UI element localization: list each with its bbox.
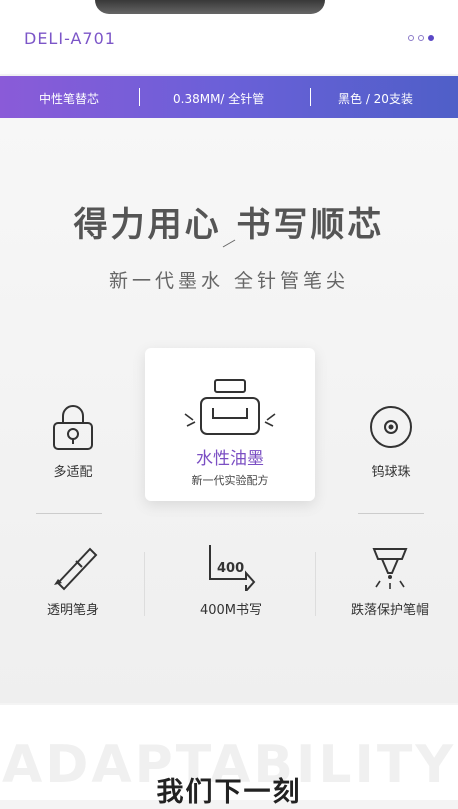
carousel-dot-3[interactable]	[428, 35, 434, 41]
pen-tip-icon	[372, 548, 408, 589]
divider-vertical	[144, 552, 145, 616]
feature-body: 透明笔身	[30, 545, 116, 618]
hero-headline: 得力用心 书写顺芯	[73, 205, 385, 245]
carousel-dots[interactable]	[408, 35, 434, 41]
length-badge: 400	[217, 561, 244, 576]
feature-body-label: 透明笔身	[46, 603, 99, 618]
divider-right	[358, 513, 424, 514]
ballpoint-icon	[370, 406, 412, 448]
feature-tip: 钨球珠	[348, 403, 434, 480]
lower-title: 我们下一刻	[156, 777, 302, 808]
pen-icon	[54, 547, 98, 591]
carousel-dot-1[interactable]	[408, 35, 414, 41]
spec-refill: 中性笔替芯	[39, 92, 100, 106]
feature-tip-label: 钨球珠	[371, 465, 411, 480]
feature-cap: 跌落保护笔帽	[340, 545, 440, 618]
400m-arrow-icon: 400	[209, 545, 256, 591]
hero-subline: 新一代墨水 全针管笔尖	[108, 270, 350, 292]
spec-color-pack: 黑色 / 20支装	[338, 92, 413, 106]
spec-band: 中性笔替芯 0.38MM/ 全针管 黑色 / 20支装	[0, 76, 458, 118]
feature-adaptable-label: 多适配	[53, 465, 93, 480]
feature-ink-title: 水性油墨	[196, 449, 264, 469]
feature-length: 400 400M书写	[186, 545, 276, 618]
feature-length-label: 400M书写	[199, 603, 263, 618]
feature-ink-subtitle: 新一代实验配方	[191, 474, 269, 487]
brand-name: DELI-A701	[24, 29, 116, 48]
feature-card-ink: 水性油墨 新一代实验配方	[145, 348, 315, 501]
divider-left	[36, 513, 102, 514]
product-image-edge	[95, 0, 325, 14]
divider-vertical	[315, 552, 316, 616]
lock-icon	[53, 405, 93, 450]
spec-divider	[310, 88, 311, 106]
feature-adaptable: 多适配	[30, 403, 116, 480]
spec-size: 0.38MM/ 全针管	[173, 92, 265, 106]
spec-divider	[139, 88, 140, 106]
carousel-dot-2[interactable]	[418, 35, 424, 41]
feature-cap-label: 跌落保护笔帽	[350, 603, 429, 618]
